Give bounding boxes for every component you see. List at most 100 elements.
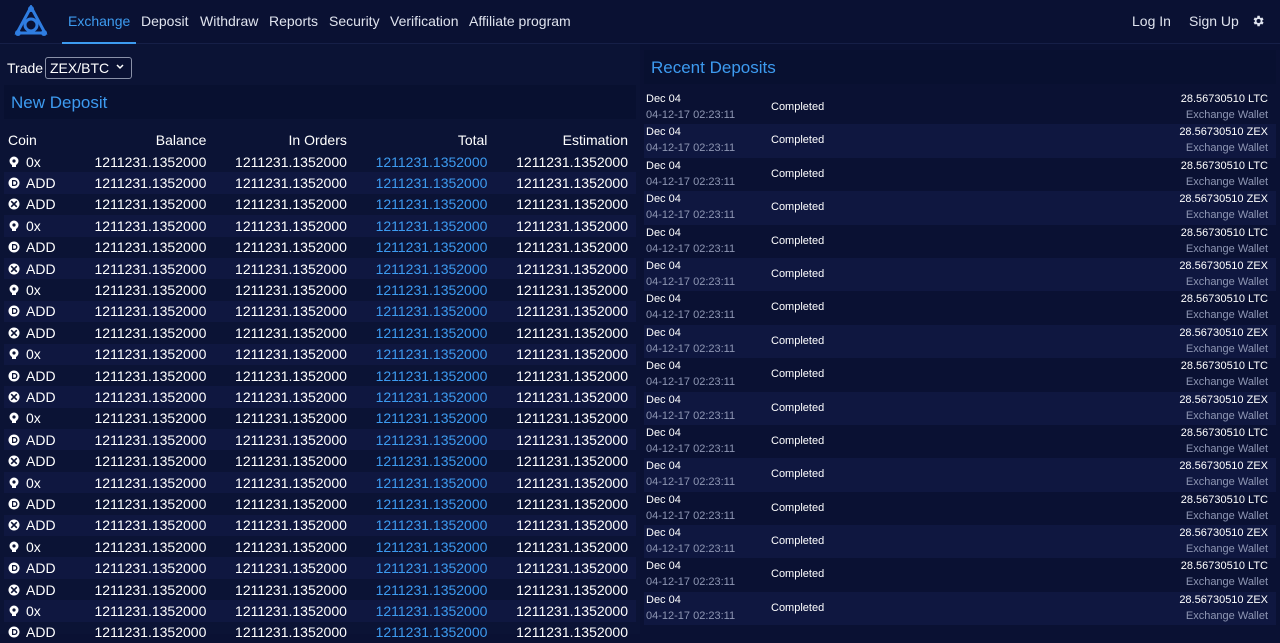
deposit-timestamp: 04-12-17 02:23:11 — [646, 275, 736, 288]
trade-label: Trade — [7, 60, 44, 76]
deposit-list-item[interactable]: Dec 04 04-12-17 02:23:11 Completed 28.56730… — [644, 591, 1276, 626]
total-cell[interactable]: 1211231.1352000 — [355, 557, 496, 578]
deposit-list-item[interactable]: Dec 04 04-12-17 02:23:11 Completed 28.56730… — [644, 257, 1276, 292]
deposit-status: Completed — [771, 267, 825, 280]
col-balance[interactable]: Balance — [74, 129, 215, 151]
table-row[interactable]: ADD 1211231.1352000 1211231.1352000 1211231… — [4, 579, 636, 600]
in-orders-cell: 1211231.1352000 — [235, 175, 347, 192]
nav-withdraw[interactable]: Withdraw — [200, 0, 258, 44]
table-row[interactable]: ADD 1211231.1352000 1211231.1352000 1211231… — [4, 322, 636, 343]
deposit-status: Completed — [771, 301, 825, 314]
total-cell[interactable]: 1211231.1352000 — [355, 579, 496, 600]
new-deposit-title: New Deposit — [11, 93, 108, 112]
deposit-list-item[interactable]: Dec 04 04-12-17 02:23:11 Completed 28.56730… — [644, 558, 1276, 591]
table-row[interactable]: 0x 1211231.1352000 1211231.1352000 1211231.… — [4, 536, 636, 557]
deposit-list-item[interactable]: Dec 04 04-12-17 02:23:11 Completed 28.56730… — [644, 225, 1276, 258]
table-row[interactable]: ADD 1211231.1352000 1211231.1352000 1211231… — [4, 300, 636, 323]
deposit-list-item[interactable]: Dec 04 04-12-17 02:23:11 Completed 28.56730… — [644, 91, 1276, 124]
table-row[interactable]: 0x 1211231.1352000 1211231.1352000 1211231.… — [4, 343, 636, 365]
total-cell[interactable]: 1211231.1352000 — [355, 258, 496, 279]
table-row[interactable]: ADD 1211231.1352000 1211231.1352000 1211231… — [4, 429, 636, 451]
deposit-list-item[interactable]: Dec 04 04-12-17 02:23:11 Completed 28.56730… — [644, 425, 1276, 458]
total-cell[interactable]: 1211231.1352000 — [355, 215, 496, 236]
nav-verification[interactable]: Verification — [390, 0, 458, 44]
total-cell[interactable]: 1211231.1352000 — [355, 408, 496, 429]
deposit-wallet: Exchange Wallet — [1185, 175, 1268, 188]
table-row[interactable]: ADD 1211231.1352000 1211231.1352000 1211231… — [4, 386, 636, 408]
table-row[interactable]: ADD 1211231.1352000 1211231.1352000 1211231… — [4, 257, 636, 280]
col-total[interactable]: Total — [355, 129, 496, 151]
total-cell[interactable]: 1211231.1352000 — [355, 301, 496, 322]
total-cell[interactable]: 1211231.1352000 — [355, 600, 496, 621]
total-cell[interactable]: 1211231.1352000 — [355, 472, 496, 493]
total-cell[interactable]: 1211231.1352000 — [355, 429, 496, 450]
nav-security[interactable]: Security — [329, 0, 380, 44]
deposit-list-item[interactable]: Dec 04 04-12-17 02:23:11 Completed 28.56730… — [644, 291, 1276, 324]
table-row[interactable]: ADD 1211231.1352000 1211231.1352000 1211231… — [4, 194, 636, 215]
estimation-cell: 1211231.1352000 — [516, 431, 628, 448]
brand-logo-icon[interactable] — [14, 5, 48, 39]
table-row[interactable]: ADD 1211231.1352000 1211231.1352000 1211231… — [4, 237, 636, 258]
table-row[interactable]: 0x 1211231.1352000 1211231.1352000 1211231.… — [4, 408, 636, 429]
estimation-cell: 1211231.1352000 — [516, 324, 628, 341]
deposit-list-item[interactable]: Dec 04 04-12-17 02:23:11 Completed 28.56730… — [644, 191, 1276, 225]
nav-deposit[interactable]: Deposit — [141, 0, 188, 44]
total-cell[interactable]: 1211231.1352000 — [355, 279, 496, 300]
nav-reports[interactable]: Reports — [269, 0, 318, 44]
total-cell[interactable]: 1211231.1352000 — [355, 194, 496, 215]
deposit-list-item[interactable]: Dec 04 04-12-17 02:23:11 Completed 28.56730… — [644, 158, 1276, 191]
deposit-status: Completed — [771, 535, 825, 548]
table-row[interactable]: ADD 1211231.1352000 1211231.1352000 1211231… — [4, 557, 636, 579]
balance-cell: 1211231.1352000 — [94, 517, 207, 534]
total-cell[interactable]: 1211231.1352000 — [355, 151, 496, 172]
table-row[interactable]: ADD 1211231.1352000 1211231.1352000 1211231… — [4, 172, 636, 194]
deposit-list-item[interactable]: Dec 04 04-12-17 02:23:11 Completed 28.56730… — [644, 525, 1276, 559]
total-cell[interactable]: 1211231.1352000 — [355, 344, 496, 365]
table-row[interactable]: 0x 1211231.1352000 1211231.1352000 1211231.… — [4, 215, 636, 237]
signup-link[interactable]: Sign Up — [1189, 0, 1239, 44]
table-row[interactable]: 0x 1211231.1352000 1211231.1352000 1211231.… — [4, 471, 636, 494]
table-row[interactable]: ADD 1211231.1352000 1211231.1352000 1211231… — [4, 450, 636, 471]
in-orders-cell: 1211231.1352000 — [235, 538, 347, 555]
login-link[interactable]: Log In — [1132, 0, 1171, 44]
deposit-timestamp: 04-12-17 02:23:11 — [646, 409, 736, 422]
col-estimation[interactable]: Estimation — [495, 129, 636, 151]
col-coin[interactable]: Coin — [4, 129, 74, 151]
gear-icon[interactable] — [1251, 14, 1265, 28]
coin-name: ADD — [26, 581, 56, 598]
nav-exchange[interactable]: Exchange — [62, 0, 137, 44]
deposit-wallet: Exchange Wallet — [1185, 309, 1268, 322]
in-orders-cell: 1211231.1352000 — [235, 495, 347, 512]
table-row[interactable]: ADD 1211231.1352000 1211231.1352000 1211231… — [4, 365, 636, 386]
col-in-orders[interactable]: In Orders — [214, 129, 355, 151]
table-row[interactable]: 0x 1211231.1352000 1211231.1352000 1211231.… — [4, 151, 636, 172]
coin-x-icon — [8, 518, 20, 531]
total-cell[interactable]: 1211231.1352000 — [355, 515, 496, 536]
nav-affiliate-program[interactable]: Affiliate program — [469, 0, 571, 44]
total-cell[interactable]: 1211231.1352000 — [355, 386, 496, 407]
deposit-list-item[interactable]: Dec 04 04-12-17 02:23:11 Completed 28.56730… — [644, 324, 1276, 359]
trade-pair-select[interactable]: ZEX/BTC — [45, 57, 132, 79]
table-row[interactable]: ADD 1211231.1352000 1211231.1352000 1211231… — [4, 514, 636, 537]
deposit-list-item[interactable]: Dec 04 04-12-17 02:23:11 Completed 28.56730… — [644, 391, 1276, 425]
total-cell[interactable]: 1211231.1352000 — [355, 237, 496, 258]
table-row[interactable]: ADD 1211231.1352000 1211231.1352000 1211231… — [4, 622, 636, 643]
deposit-list-item[interactable]: Dec 04 04-12-17 02:23:11 Completed 28.56730… — [644, 358, 1276, 391]
coin-cell: ADD — [4, 237, 74, 258]
total-cell[interactable]: 1211231.1352000 — [355, 172, 496, 193]
total-cell[interactable]: 1211231.1352000 — [355, 365, 496, 386]
deposit-list-item[interactable]: Dec 04 04-12-17 02:23:11 Completed 28.56730… — [644, 492, 1276, 525]
table-row[interactable]: 0x 1211231.1352000 1211231.1352000 1211231.… — [4, 279, 636, 300]
in-orders-cell: 1211231.1352000 — [235, 624, 347, 641]
table-row[interactable]: 0x 1211231.1352000 1211231.1352000 1211231.… — [4, 600, 636, 622]
in-orders-cell: 1211231.1352000 — [235, 431, 347, 448]
deposit-list-item[interactable]: Dec 04 04-12-17 02:23:11 Completed 28.56730… — [644, 458, 1276, 492]
total-cell[interactable]: 1211231.1352000 — [355, 536, 496, 557]
total-cell[interactable]: 1211231.1352000 — [355, 322, 496, 343]
deposit-list-item[interactable]: Dec 04 04-12-17 02:23:11 Completed 28.56730… — [644, 124, 1276, 158]
total-cell[interactable]: 1211231.1352000 — [355, 622, 496, 643]
balance-cell: 1211231.1352000 — [94, 453, 207, 470]
total-cell[interactable]: 1211231.1352000 — [355, 450, 496, 471]
total-cell[interactable]: 1211231.1352000 — [355, 493, 496, 514]
table-row[interactable]: ADD 1211231.1352000 1211231.1352000 1211231… — [4, 493, 636, 514]
